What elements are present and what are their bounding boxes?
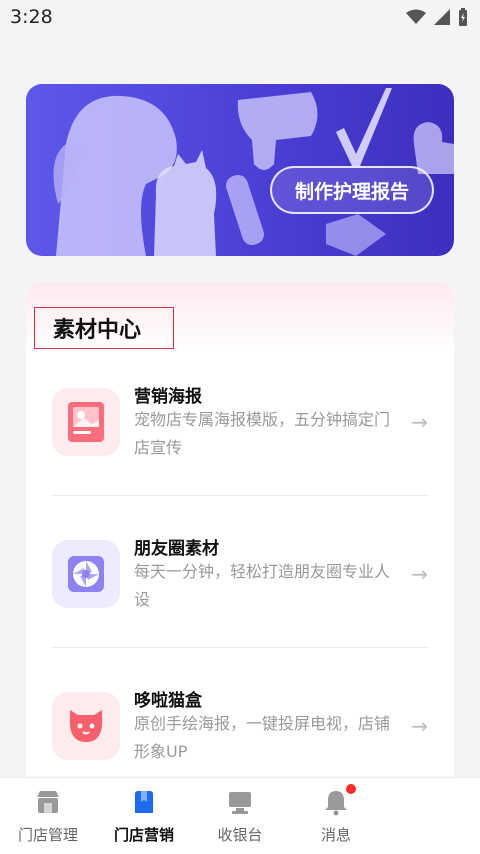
item-title: 营销海报 <box>134 387 202 407</box>
tab-store-marketing[interactable]: 门店营销 <box>96 778 192 854</box>
item-title: 哆啦猫盒 <box>134 691 202 711</box>
tab-cashier[interactable]: 收银台 <box>192 778 288 854</box>
list-item-marketing-poster[interactable]: 营销海报 宠物店专属海报模版，五分钟搞定门店宣传 → <box>26 378 454 498</box>
item-desc: 每天一分钟，轻松打造朋友圈专业人设 <box>134 562 391 609</box>
marketing-icon <box>135 791 153 813</box>
status-time: 3:28 <box>10 6 53 28</box>
tab-label: 门店营销 <box>113 826 174 844</box>
cashier-icon <box>229 792 251 814</box>
item-title: 朋友圈素材 <box>134 539 219 559</box>
tab-label: 门店管理 <box>17 826 78 844</box>
poster-icon <box>52 388 120 456</box>
battery-icon <box>459 8 467 26</box>
section-title: 素材中心 <box>34 307 174 349</box>
store-icon <box>37 791 59 813</box>
tab-label: 收银台 <box>217 826 263 844</box>
arrow-right-icon: → <box>411 410 428 434</box>
status-bar: 3:28 <box>0 0 480 36</box>
tab-messages[interactable]: 消息 <box>288 778 384 854</box>
item-desc: 宠物店专属海报模版，五分钟搞定门店宣传 <box>134 410 391 457</box>
list-item-moments-material[interactable]: 朋友圈素材 每天一分钟，轻松打造朋友圈专业人设 → <box>26 530 454 650</box>
item-desc: 原创手绘海报，一键投屏电视，店铺形象UP <box>134 714 391 761</box>
create-care-report-button[interactable]: 制作护理报告 <box>270 166 434 214</box>
arrow-right-icon: → <box>411 714 428 738</box>
wifi-icon <box>406 9 426 24</box>
divider <box>52 495 428 496</box>
divider <box>52 647 428 648</box>
cat-box-icon <box>52 692 120 760</box>
bell-icon <box>325 791 347 816</box>
message-badge <box>346 784 356 794</box>
arrow-right-icon: → <box>411 562 428 586</box>
camera-shutter-icon <box>52 540 120 608</box>
bottom-tab-bar: 门店管理 门店营销 收银台 消息 <box>0 777 480 854</box>
tab-label: 消息 <box>320 826 351 844</box>
signal-icon <box>434 9 450 25</box>
tab-store-management[interactable]: 门店管理 <box>0 778 96 854</box>
status-icons <box>406 8 468 26</box>
